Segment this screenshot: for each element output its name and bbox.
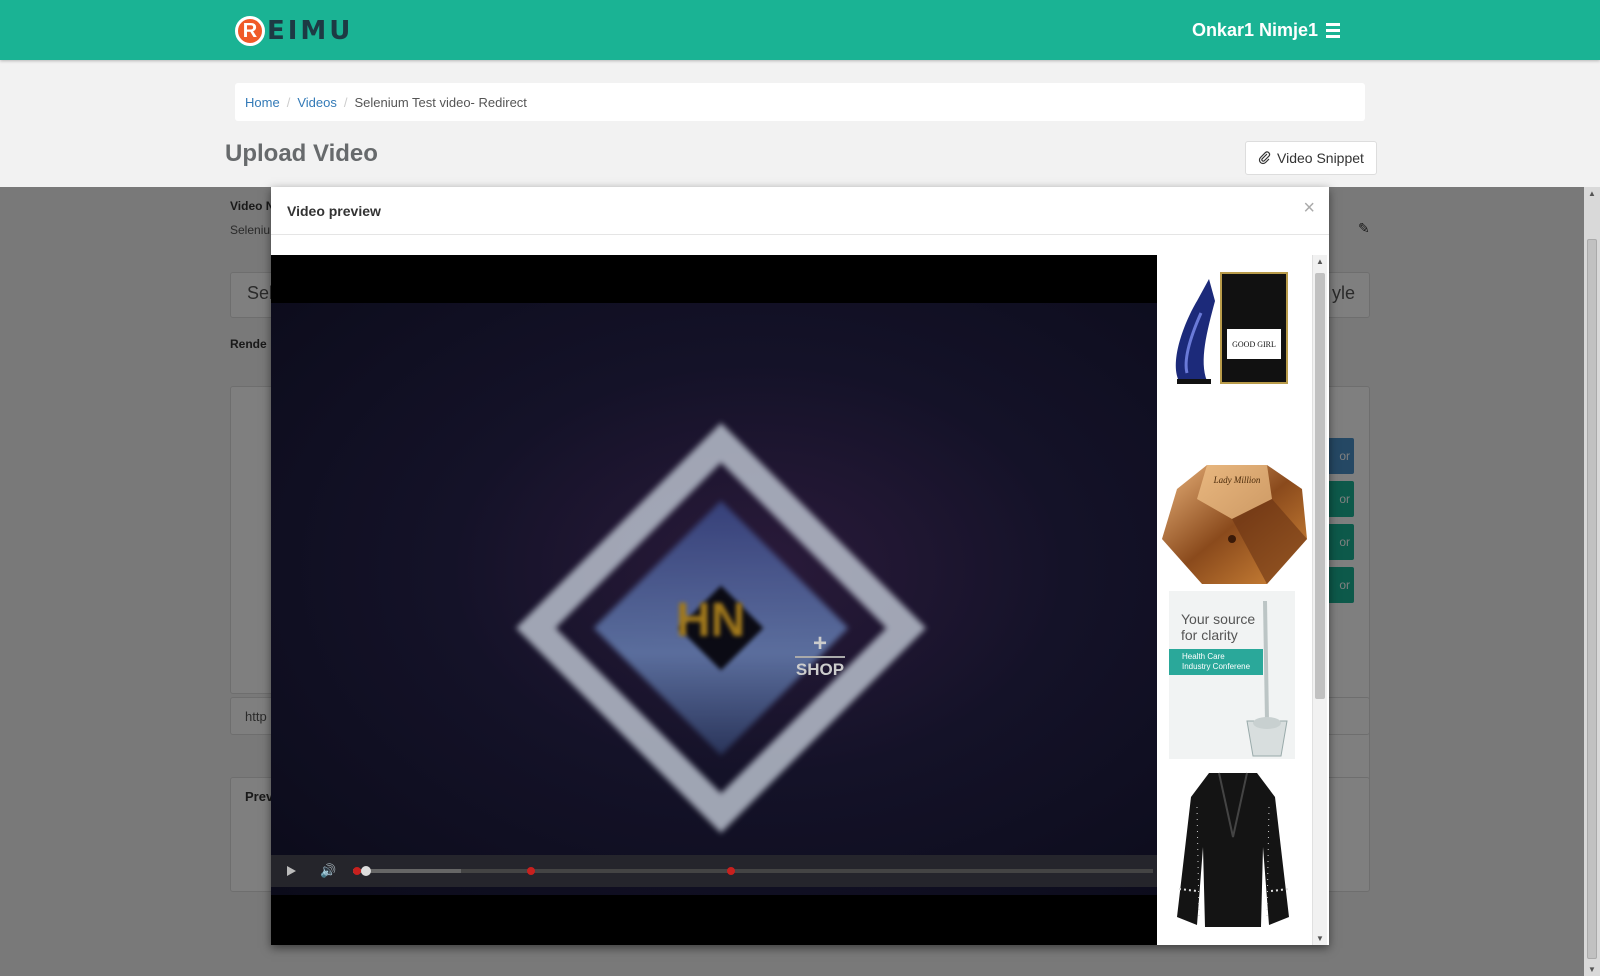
- perfume-bottle-image: GOOD GIRL: [1175, 272, 1288, 384]
- water-glass-image: [1246, 600, 1288, 757]
- page-scrollbar-thumb[interactable]: [1587, 239, 1597, 959]
- breadcrumb-separator: /: [343, 94, 348, 110]
- scroll-up-arrow-icon[interactable]: ▲: [1588, 189, 1596, 198]
- rail-scrollbar-thumb[interactable]: [1315, 273, 1325, 699]
- volume-icon[interactable]: 🔊: [320, 863, 336, 879]
- blazer-image: [1177, 772, 1290, 927]
- top-navbar: R EIMU Onkar1 Nimje1: [0, 0, 1600, 60]
- product-black-blazer[interactable]: [1157, 767, 1311, 937]
- hamburger-menu-icon[interactable]: [1326, 23, 1340, 38]
- progress-marker[interactable]: [353, 867, 361, 875]
- breadcrumb-separator: /: [286, 94, 291, 110]
- play-icon[interactable]: [287, 866, 296, 876]
- rail-scrollbar[interactable]: ▲ ▼: [1312, 255, 1327, 945]
- progress-bar[interactable]: [353, 866, 1153, 876]
- video-frame[interactable]: HN + SHOP: [271, 303, 1157, 895]
- paperclip-icon: [1258, 151, 1271, 165]
- page-scrollbar[interactable]: ▲ ▼: [1584, 187, 1600, 976]
- perfume-label: Lady Million: [1213, 475, 1261, 485]
- shop-hotspot-button[interactable]: + SHOP: [795, 630, 845, 680]
- breadcrumb-videos[interactable]: Videos: [297, 95, 337, 110]
- breadcrumb-current: Selenium Test video- Redirect: [354, 94, 527, 110]
- close-icon[interactable]: ×: [1303, 197, 1315, 220]
- progress-marker[interactable]: [727, 867, 735, 875]
- video-watermark-text: HN: [676, 594, 746, 647]
- reimu-logo[interactable]: R EIMU: [235, 16, 353, 46]
- user-menu[interactable]: Onkar1 Nimje1: [1192, 20, 1340, 41]
- scroll-up-arrow-icon[interactable]: ▲: [1316, 257, 1324, 266]
- video-snippet-label: Video Snippet: [1277, 150, 1364, 166]
- breadcrumb-home[interactable]: Home: [245, 95, 280, 110]
- player-controls: 🔊: [271, 855, 1157, 887]
- product-health-care-ad[interactable]: Your source for clarity Health Care Indu…: [1169, 591, 1295, 759]
- user-name: Onkar1 Nimje1: [1191, 20, 1318, 40]
- perfume-label: GOOD GIRL: [1232, 340, 1276, 349]
- video-snippet-button[interactable]: Video Snippet: [1245, 141, 1377, 175]
- modal-title: Video preview: [287, 202, 381, 219]
- scroll-down-arrow-icon[interactable]: ▼: [1588, 965, 1596, 974]
- shop-label: SHOP: [795, 660, 845, 679]
- gold-perfume-image: Lady Million: [1162, 465, 1307, 584]
- modal-header: Video preview ×: [271, 187, 1329, 235]
- scroll-down-arrow-icon[interactable]: ▼: [1316, 934, 1324, 943]
- progress-playhead[interactable]: [361, 866, 371, 876]
- product-rail: GOOD GIRL Lady Million Your source for c…: [1157, 255, 1311, 945]
- product-lady-million-perfume[interactable]: Lady Million: [1157, 459, 1311, 589]
- breadcrumb: Home / Videos / Selenium Test video- Red…: [235, 83, 1365, 121]
- plus-icon: +: [812, 630, 827, 657]
- logo-text: EIMU: [267, 16, 354, 46]
- video-player[interactable]: HN + SHOP 🔊: [271, 255, 1157, 945]
- video-preview-modal: Video preview × HN + SHOP 🔊 GOOD GIRL La…: [271, 187, 1329, 945]
- progress-marker[interactable]: [527, 867, 535, 875]
- product-good-girl-perfume[interactable]: GOOD GIRL: [1157, 261, 1311, 391]
- logo-badge: R: [235, 16, 265, 46]
- page-title: Upload Video: [225, 140, 378, 167]
